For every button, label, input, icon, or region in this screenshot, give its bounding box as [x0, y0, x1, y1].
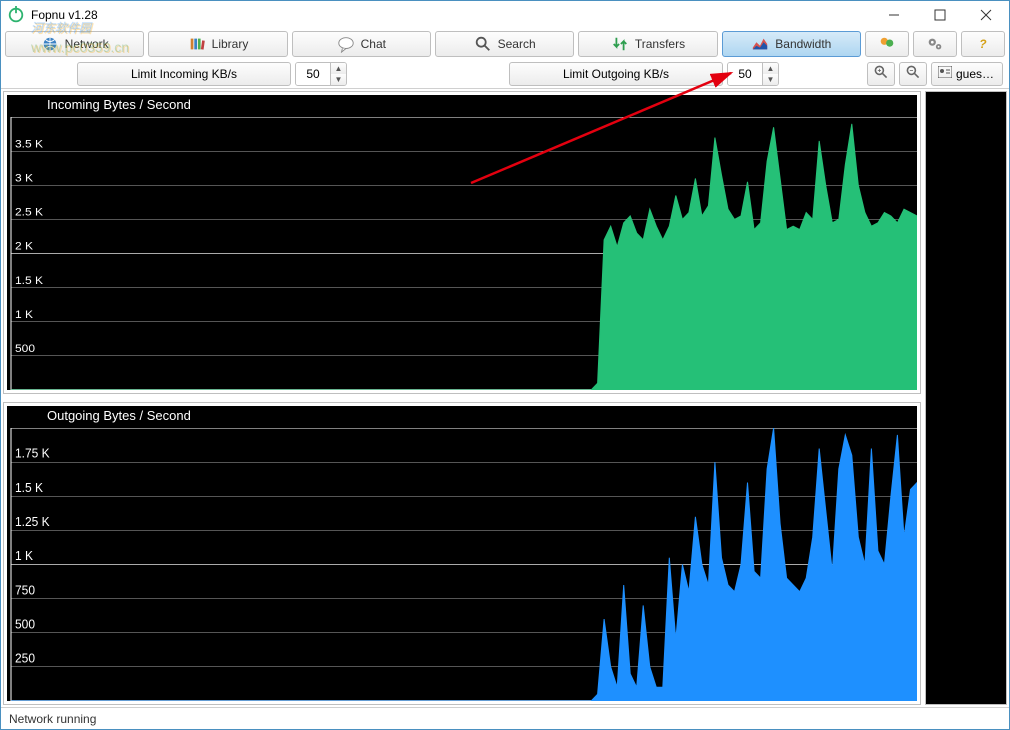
- title-bar: Fopnu v1.28: [1, 1, 1009, 29]
- limit-incoming-label: Limit Incoming KB/s: [131, 67, 237, 81]
- tab-label: Network: [65, 37, 109, 51]
- magnify-minus-icon: [905, 64, 921, 83]
- bandwidth-icon: [751, 35, 769, 53]
- tab-network[interactable]: Network: [5, 31, 144, 57]
- magnify-plus-icon: [873, 64, 889, 83]
- svg-text:3 K: 3 K: [15, 172, 33, 185]
- chat-icon: [337, 35, 355, 53]
- spin-down-icon[interactable]: ▼: [330, 74, 346, 85]
- svg-text:1 K: 1 K: [15, 308, 33, 321]
- limit-outgoing-spinner[interactable]: ▲▼: [727, 62, 779, 86]
- users-button[interactable]: [865, 31, 909, 57]
- limits-bar: Limit Incoming KB/s ▲▼ Limit Outgoing KB…: [1, 59, 1009, 89]
- outgoing-chart-panel: Outgoing Bytes / Second 250 500 750 1 K 1.25…: [3, 402, 921, 705]
- status-text: Network running: [9, 712, 96, 726]
- window-title: Fopnu v1.28: [31, 8, 871, 22]
- svg-text:1.75 K: 1.75 K: [15, 446, 50, 461]
- tab-search[interactable]: Search: [435, 31, 574, 57]
- svg-text:1.5 K: 1.5 K: [15, 274, 43, 287]
- zoom-out-button[interactable]: [899, 62, 927, 86]
- svg-text:750: 750: [15, 583, 35, 598]
- svg-text:1.25 K: 1.25 K: [15, 515, 50, 530]
- tab-label: Chat: [361, 37, 386, 51]
- tab-label: Search: [498, 37, 536, 51]
- spin-up-icon[interactable]: ▲: [762, 63, 778, 74]
- search-icon: [474, 35, 492, 53]
- tab-chat[interactable]: Chat: [292, 31, 431, 57]
- gear-icon: [926, 35, 944, 53]
- close-button[interactable]: [963, 1, 1009, 29]
- tab-label: Bandwidth: [775, 37, 831, 51]
- svg-text:3.5 K: 3.5 K: [15, 138, 43, 151]
- incoming-chart-title: Incoming Bytes / Second: [47, 97, 191, 112]
- limit-incoming-button[interactable]: Limit Incoming KB/s: [77, 62, 291, 86]
- help-button[interactable]: ?: [961, 31, 1005, 57]
- limit-outgoing-button[interactable]: Limit Outgoing KB/s: [509, 62, 723, 86]
- zoom-in-button[interactable]: [867, 62, 895, 86]
- svg-text:1.5 K: 1.5 K: [15, 480, 44, 495]
- incoming-chart-panel: Incoming Bytes / Second 500 1 K 1.5 K 2 K 2.…: [3, 91, 921, 394]
- tab-label: Library: [212, 37, 249, 51]
- outgoing-chart: 2505007501 K1.25 K1.5 K1.75 K2 K: [7, 428, 917, 701]
- tab-bandwidth[interactable]: Bandwidth: [722, 31, 861, 57]
- library-icon: [188, 35, 206, 53]
- svg-text:2 K: 2 K: [15, 240, 33, 253]
- limit-incoming-spinner[interactable]: ▲▼: [295, 62, 347, 86]
- app-icon: [7, 6, 25, 24]
- main-toolbar: Network Library Chat Search Transfers Ba…: [1, 29, 1009, 59]
- network-icon: [41, 35, 59, 53]
- outgoing-chart-title: Outgoing Bytes / Second: [47, 408, 191, 423]
- svg-text:1 K: 1 K: [15, 549, 34, 564]
- svg-text:2.5 K: 2.5 K: [15, 206, 43, 219]
- users-icon: [878, 35, 896, 53]
- tab-library[interactable]: Library: [148, 31, 287, 57]
- svg-text:500: 500: [15, 617, 35, 632]
- user-label: guest1...: [956, 67, 996, 81]
- spin-down-icon[interactable]: ▼: [762, 74, 778, 85]
- tab-transfers[interactable]: Transfers: [578, 31, 717, 57]
- svg-text:250: 250: [15, 651, 35, 666]
- status-bar: Network running: [1, 707, 1009, 729]
- limit-outgoing-label: Limit Outgoing KB/s: [563, 67, 669, 81]
- settings-button[interactable]: [913, 31, 957, 57]
- id-card-icon: [938, 66, 952, 81]
- side-panel: [925, 91, 1007, 705]
- transfers-icon: [611, 35, 629, 53]
- limit-incoming-value[interactable]: [296, 63, 330, 85]
- spin-up-icon[interactable]: ▲: [330, 63, 346, 74]
- maximize-button[interactable]: [917, 1, 963, 29]
- minimize-button[interactable]: [871, 1, 917, 29]
- limit-outgoing-value[interactable]: [728, 63, 762, 85]
- incoming-chart: 5001 K1.5 K2 K2.5 K3 K3.5 K4 K: [7, 117, 917, 390]
- user-menu-button[interactable]: guest1...: [931, 62, 1003, 86]
- svg-text:500: 500: [15, 342, 36, 355]
- tab-label: Transfers: [635, 37, 685, 51]
- help-icon: ?: [979, 37, 986, 51]
